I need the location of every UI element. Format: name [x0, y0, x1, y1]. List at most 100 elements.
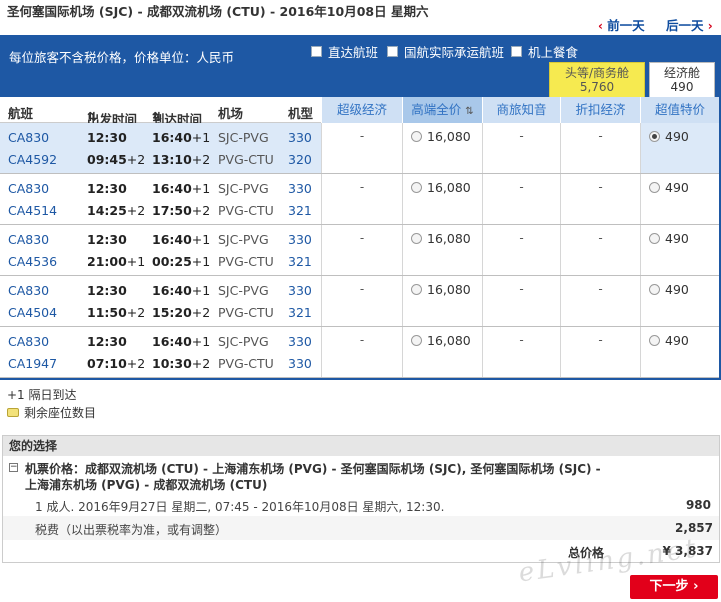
no-fare: - [519, 282, 524, 296]
no-fare: - [598, 333, 603, 347]
flight-number-link[interactable]: CA1947 [8, 356, 57, 371]
tax-row: 税费（以出票税率为准，或有调整） 2,857 [3, 516, 719, 540]
aircraft-type-link[interactable]: 330 [288, 356, 312, 371]
aircraft-type-link[interactable]: 320 [288, 152, 312, 167]
sort-icon[interactable]: ⇅ [87, 109, 97, 124]
fare-premium-full[interactable]: 16,080 [402, 327, 482, 377]
aircraft-type-link[interactable]: 330 [288, 130, 312, 145]
fare-value-special[interactable]: 490 [640, 276, 719, 326]
sort-icon[interactable]: ⇅ [152, 109, 162, 124]
flight-number-link[interactable]: CA4592 [8, 152, 57, 167]
aircraft-type-link[interactable]: 321 [288, 305, 312, 320]
fare-col-discount-economy[interactable]: 折扣经济 [560, 97, 640, 123]
fare-option[interactable]: 490 [649, 333, 689, 348]
radio-icon[interactable] [649, 182, 660, 193]
aircraft-type-link[interactable]: 330 [288, 334, 312, 349]
filter-direct[interactable]: 直达航班 [311, 42, 378, 61]
table-row[interactable]: CA830 12:30 16:40+1 SJC-PVG 330 CA4514 14:25+2… [0, 174, 721, 225]
flight-number-link[interactable]: CA830 [8, 232, 49, 247]
radio-icon[interactable] [411, 182, 422, 193]
next-day-link[interactable]: 后一天 › [666, 15, 713, 34]
prev-day-link[interactable]: ‹ 前一天 [598, 15, 645, 34]
depart-time: 07:10+2 [87, 356, 146, 371]
fare-option[interactable]: 490 [649, 180, 689, 195]
fare-premium-full[interactable]: 16,080 [402, 225, 482, 275]
flight-number-link[interactable]: CA4504 [8, 305, 57, 320]
filter-air-china-operated[interactable]: 国航实际承运航班 [387, 42, 504, 61]
radio-icon[interactable] [411, 131, 422, 142]
fare-option[interactable]: 16,080 [411, 282, 471, 297]
fare-super-economy: - [321, 225, 402, 275]
depart-time: 12:30 [87, 130, 127, 145]
depart-time: 11:50+2 [87, 305, 146, 320]
fare-value-special[interactable]: 490 [640, 225, 719, 275]
aircraft-type-link[interactable]: 321 [288, 254, 312, 269]
radio-icon[interactable] [649, 131, 660, 142]
flight-number-link[interactable]: CA830 [8, 181, 49, 196]
checkbox-icon[interactable] [511, 46, 522, 57]
flight-number-link[interactable]: CA4514 [8, 203, 57, 218]
fare-option[interactable]: 16,080 [411, 129, 471, 144]
aircraft-type-link[interactable]: 330 [288, 232, 312, 247]
sort-icon[interactable]: ⇅ [465, 106, 473, 117]
depart-time: 12:30 [87, 334, 127, 349]
passenger-amount: 980 [685, 498, 711, 512]
fare-option[interactable]: 16,080 [411, 180, 471, 195]
flight-number-link[interactable]: CA830 [8, 334, 49, 349]
table-row[interactable]: CA830 12:30 16:40+1 SJC-PVG 330 CA4592 09:45+2… [0, 123, 721, 174]
airport-pair: SJC-PVG [218, 334, 269, 349]
airport-pair: PVG-CTU [218, 203, 274, 218]
radio-icon[interactable] [649, 284, 660, 295]
airport-pair: SJC-PVG [218, 283, 269, 298]
your-selection-panel: 您的选择 − 机票价格：成都双流机场 (CTU) - 上海浦东机场 (PVG) … [2, 435, 720, 563]
fare-premium-full[interactable]: 16,080 [402, 123, 482, 173]
fare-value-special[interactable]: 490 [640, 123, 719, 173]
fare-super-economy: - [321, 123, 402, 173]
no-fare: - [598, 231, 603, 245]
fare-col-value-special[interactable]: 超值特价 [640, 97, 719, 123]
radio-icon[interactable] [649, 233, 660, 244]
fare-col-super-economy[interactable]: 超级经济 [321, 97, 402, 123]
aircraft-type-link[interactable]: 330 [288, 283, 312, 298]
radio-icon[interactable] [411, 233, 422, 244]
checkbox-icon[interactable] [311, 46, 322, 57]
fare-premium-full[interactable]: 16,080 [402, 276, 482, 326]
flight-columns-header: 航班 出发时间 ⇅ 到达时间 ⇅ 机场 机型 [0, 97, 321, 127]
tab-economy[interactable]: 经济舱 490 [649, 62, 715, 97]
radio-icon[interactable] [649, 335, 660, 346]
radio-icon[interactable] [411, 335, 422, 346]
next-step-button[interactable]: 下一步 › [630, 575, 718, 599]
aircraft-type-link[interactable]: 321 [288, 203, 312, 218]
fare-option[interactable]: 16,080 [411, 333, 471, 348]
airport-pair: PVG-CTU [218, 305, 274, 320]
fare-option[interactable]: 16,080 [411, 231, 471, 246]
table-row[interactable]: CA830 12:30 16:40+1 SJC-PVG 330 CA4504 11:50+2… [0, 276, 721, 327]
fare-option[interactable]: 490 [649, 231, 689, 246]
selection-title: 您的选择 [3, 436, 719, 456]
aircraft-type-link[interactable]: 330 [288, 181, 312, 196]
table-row[interactable]: CA830 12:30 16:40+1 SJC-PVG 330 CA4536 21:00+1… [0, 225, 721, 276]
flight-number-link[interactable]: CA830 [8, 130, 49, 145]
fare-col-business-traveler[interactable]: 商旅知音 [482, 97, 560, 123]
fare-option[interactable]: 490 [649, 129, 689, 144]
seat-count-icon [7, 408, 19, 417]
fare-col-premium-full[interactable]: 高端全价 ⇅ [402, 97, 482, 123]
fare-business-traveler: - [482, 123, 560, 173]
col-flight: 航班 [8, 106, 34, 121]
fare-value-special[interactable]: 490 [640, 327, 719, 377]
fare-value-special[interactable]: 490 [640, 174, 719, 224]
table-row[interactable]: CA830 12:30 16:40+1 SJC-PVG 330 CA1947 07:10+2… [0, 327, 721, 378]
fare-premium-full[interactable]: 16,080 [402, 174, 482, 224]
flight-number-link[interactable]: CA4536 [8, 254, 57, 269]
filter-meal[interactable]: 机上餐食 [511, 42, 578, 61]
radio-icon[interactable] [411, 284, 422, 295]
arrive-time: 16:40+1 [152, 334, 211, 349]
tab-first-business[interactable]: 头等/商务舱 5,760 [549, 62, 645, 97]
flight-number-link[interactable]: CA830 [8, 283, 49, 298]
depart-time: 12:30 [87, 283, 127, 298]
fare-option[interactable]: 490 [649, 282, 689, 297]
checkbox-icon[interactable] [387, 46, 398, 57]
collapse-icon[interactable]: − [9, 463, 18, 472]
title-bar: 圣何塞国际机场 (SJC) - 成都双流机场 (CTU) - 2016年10月0… [0, 0, 721, 34]
no-fare: - [598, 129, 603, 143]
